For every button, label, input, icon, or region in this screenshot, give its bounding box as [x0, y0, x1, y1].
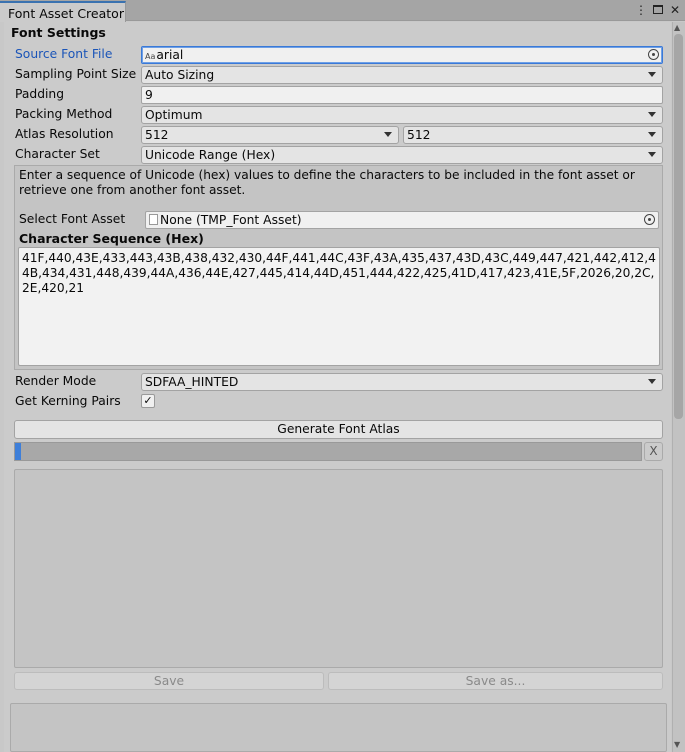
generation-progress-bar — [14, 442, 642, 461]
chevron-down-icon — [648, 72, 656, 77]
scrollbar-thumb[interactable] — [674, 34, 683, 419]
atlas-width-value: 512 — [145, 128, 169, 142]
chevron-down-icon — [648, 379, 656, 384]
packing-method-value: Optimum — [145, 108, 203, 122]
cancel-generation-button[interactable]: X — [644, 442, 663, 461]
character-set-label: Character Set — [15, 147, 100, 161]
chevron-down-icon — [648, 112, 656, 117]
source-font-field[interactable]: Aaarial — [141, 46, 663, 64]
window-tab[interactable]: Font Asset Creator — [0, 1, 126, 22]
font-asset-file-icon — [149, 214, 158, 225]
kebab-menu-icon[interactable]: ⋮ — [635, 2, 647, 18]
source-font-label: Source Font File — [15, 47, 113, 61]
padding-input[interactable]: 9 — [141, 86, 663, 104]
maximize-icon[interactable] — [653, 5, 663, 14]
source-font-value: arial — [156, 48, 184, 62]
help-text: Enter a sequence of Unicode (hex) values… — [19, 168, 635, 197]
kerning-pairs-label: Get Kerning Pairs — [15, 394, 121, 408]
select-font-asset-field[interactable]: None (TMP_Font Asset) — [145, 211, 659, 229]
atlas-width-dropdown[interactable]: 512 — [141, 126, 399, 144]
packing-method-dropdown[interactable]: Optimum — [141, 106, 663, 124]
kerning-pairs-checkbox[interactable]: ✓ — [141, 394, 155, 408]
generate-font-atlas-button[interactable]: Generate Font Atlas — [14, 420, 663, 439]
lower-panel-box — [10, 703, 667, 752]
sampling-point-size-label: Sampling Point Size — [15, 67, 137, 81]
window-controls: ⋮ ✕ — [635, 2, 681, 18]
character-set-value: Unicode Range (Hex) — [145, 148, 276, 162]
render-mode-label: Render Mode — [15, 374, 97, 388]
object-picker-icon[interactable] — [644, 214, 655, 225]
atlas-height-dropdown[interactable]: 512 — [403, 126, 663, 144]
padding-label: Padding — [15, 87, 65, 101]
character-sequence-title: Character Sequence (Hex) — [19, 231, 204, 246]
scroll-down-arrow-icon[interactable]: ▼ — [674, 740, 680, 749]
scroll-up-arrow-icon[interactable]: ▲ — [674, 23, 680, 32]
sampling-point-size-dropdown[interactable]: Auto Sizing — [141, 66, 663, 84]
select-font-asset-label: Select Font Asset — [19, 212, 126, 226]
atlas-preview-area — [14, 469, 663, 668]
character-sequence-textarea[interactable]: 41F,440,43E,433,443,43B,438,432,430,44F,… — [18, 247, 660, 366]
render-mode-dropdown[interactable]: SDFAA_HINTED — [141, 373, 663, 391]
save-as-button[interactable]: Save as... — [328, 672, 663, 690]
save-button[interactable]: Save — [14, 672, 324, 690]
checkmark-icon: ✓ — [143, 394, 153, 407]
progress-fill — [15, 443, 22, 460]
object-picker-icon[interactable] — [648, 49, 659, 60]
chevron-down-icon — [384, 132, 392, 137]
select-font-asset-value: None (TMP_Font Asset) — [160, 213, 302, 227]
font-asset-icon: Aa — [145, 52, 156, 61]
render-mode-value: SDFAA_HINTED — [145, 375, 239, 389]
atlas-height-value: 512 — [407, 128, 431, 142]
sampling-point-size-value: Auto Sizing — [145, 68, 215, 82]
close-icon[interactable]: ✕ — [669, 2, 681, 18]
chevron-down-icon — [648, 132, 656, 137]
atlas-resolution-label: Atlas Resolution — [15, 127, 114, 141]
chevron-down-icon — [648, 152, 656, 157]
section-title-font-settings: Font Settings — [11, 25, 106, 40]
character-set-dropdown[interactable]: Unicode Range (Hex) — [141, 146, 663, 164]
packing-method-label: Packing Method — [15, 107, 113, 121]
